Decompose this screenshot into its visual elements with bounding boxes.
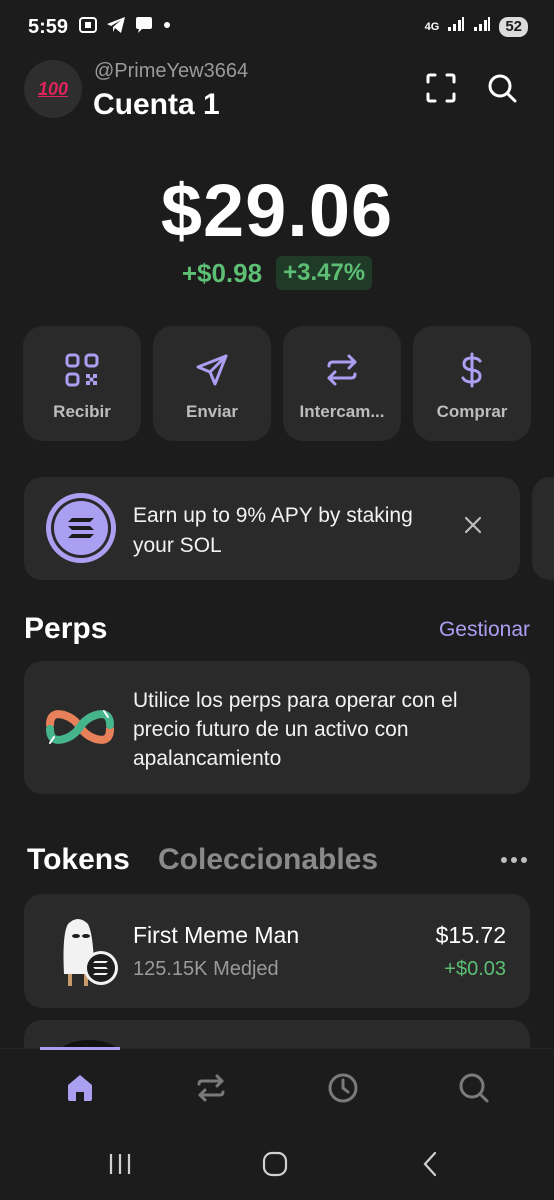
status-time: 5:59: [28, 16, 69, 38]
buy-label: Comprar: [436, 402, 508, 421]
close-icon: [464, 516, 482, 539]
swap-button[interactable]: Intercam...: [283, 326, 401, 441]
dot-icon: [162, 16, 172, 39]
nav-home[interactable]: [60, 1070, 100, 1110]
qr-code-icon: [62, 350, 102, 390]
tab-tokens[interactable]: Tokens: [27, 843, 130, 877]
search-button[interactable]: [482, 70, 522, 110]
send-icon: [192, 350, 232, 390]
solana-icon: [46, 493, 116, 563]
more-dots-icon: [500, 851, 528, 869]
next-promo-card[interactable]: [532, 477, 554, 580]
chat-bubble-icon: [134, 16, 154, 39]
telegram-icon: [106, 16, 126, 39]
token-row[interactable]: First Meme Man 125.15K Medjed $15.72 +$0…: [24, 894, 530, 1008]
token-amount: 125.15K Medjed: [133, 958, 279, 980]
scan-icon: [425, 72, 457, 109]
balance-change-percent: +3.47%: [276, 256, 373, 290]
token-logo: [54, 914, 136, 992]
battery-icon: 52: [499, 16, 528, 37]
search-icon: [458, 1072, 490, 1109]
back-icon: [420, 1151, 440, 1182]
recents-button[interactable]: [100, 1150, 140, 1182]
home-icon: [64, 1072, 96, 1109]
promo-close-button[interactable]: [460, 514, 486, 540]
status-icons-right: 4G 52: [425, 16, 528, 37]
more-options-button[interactable]: [498, 848, 530, 872]
swap-icon: [322, 350, 362, 390]
network-type: 4G: [424, 20, 440, 33]
nav-active-indicator: [40, 1047, 120, 1050]
avatar-emoji: 100: [37, 78, 69, 99]
send-button[interactable]: Enviar: [153, 326, 271, 441]
token-name: First Meme Man: [133, 922, 300, 948]
balance-change-absolute: +$0.98: [181, 257, 263, 288]
perps-card[interactable]: Utilice los perps para operar con el pre…: [24, 661, 530, 794]
signal-icon: [447, 16, 465, 37]
promo-text: Earn up to 9% APY by staking your SOL: [133, 504, 413, 557]
receive-label: Recibir: [53, 402, 111, 421]
tab-collectibles[interactable]: Coleccionables: [158, 843, 378, 877]
signal-icon: [473, 16, 491, 37]
home-system-button[interactable]: [255, 1150, 295, 1182]
nav-search[interactable]: [454, 1070, 494, 1110]
recents-icon: [107, 1152, 133, 1181]
perps-infinity-icon: [44, 703, 116, 751]
perps-title: Perps: [24, 612, 108, 645]
account-name[interactable]: Cuenta 1: [93, 88, 220, 122]
balance-change-row: +$0.98 +3.47%: [0, 256, 554, 290]
buy-button[interactable]: Comprar: [413, 326, 531, 441]
send-label: Enviar: [186, 402, 238, 421]
history-icon: [327, 1072, 359, 1109]
token-value: $15.72: [435, 922, 506, 948]
perps-description: Utilice los perps para operar con el pre…: [133, 689, 458, 770]
perps-manage-link[interactable]: Gestionar: [439, 618, 530, 642]
home-circle-icon: [262, 1151, 288, 1182]
token-row[interactable]: [24, 1020, 530, 1050]
search-icon: [486, 72, 518, 109]
token-change: +$0.03: [444, 958, 506, 980]
dollar-icon: [452, 350, 492, 390]
swap-label: Intercam...: [299, 402, 385, 421]
username[interactable]: @PrimeYew3664: [94, 60, 248, 83]
back-button[interactable]: [410, 1150, 450, 1182]
avatar[interactable]: 100: [24, 60, 82, 118]
screenshot-icon: [78, 16, 98, 39]
nav-history[interactable]: [323, 1070, 363, 1110]
nav-swap[interactable]: [191, 1070, 231, 1110]
staking-promo-card[interactable]: Earn up to 9% APY by staking your SOL: [24, 477, 520, 580]
scan-button[interactable]: [421, 70, 461, 110]
total-balance: $29.06: [160, 169, 394, 252]
status-icons-left: [78, 16, 172, 39]
swap-icon: [195, 1072, 227, 1109]
receive-button[interactable]: Recibir: [23, 326, 141, 441]
